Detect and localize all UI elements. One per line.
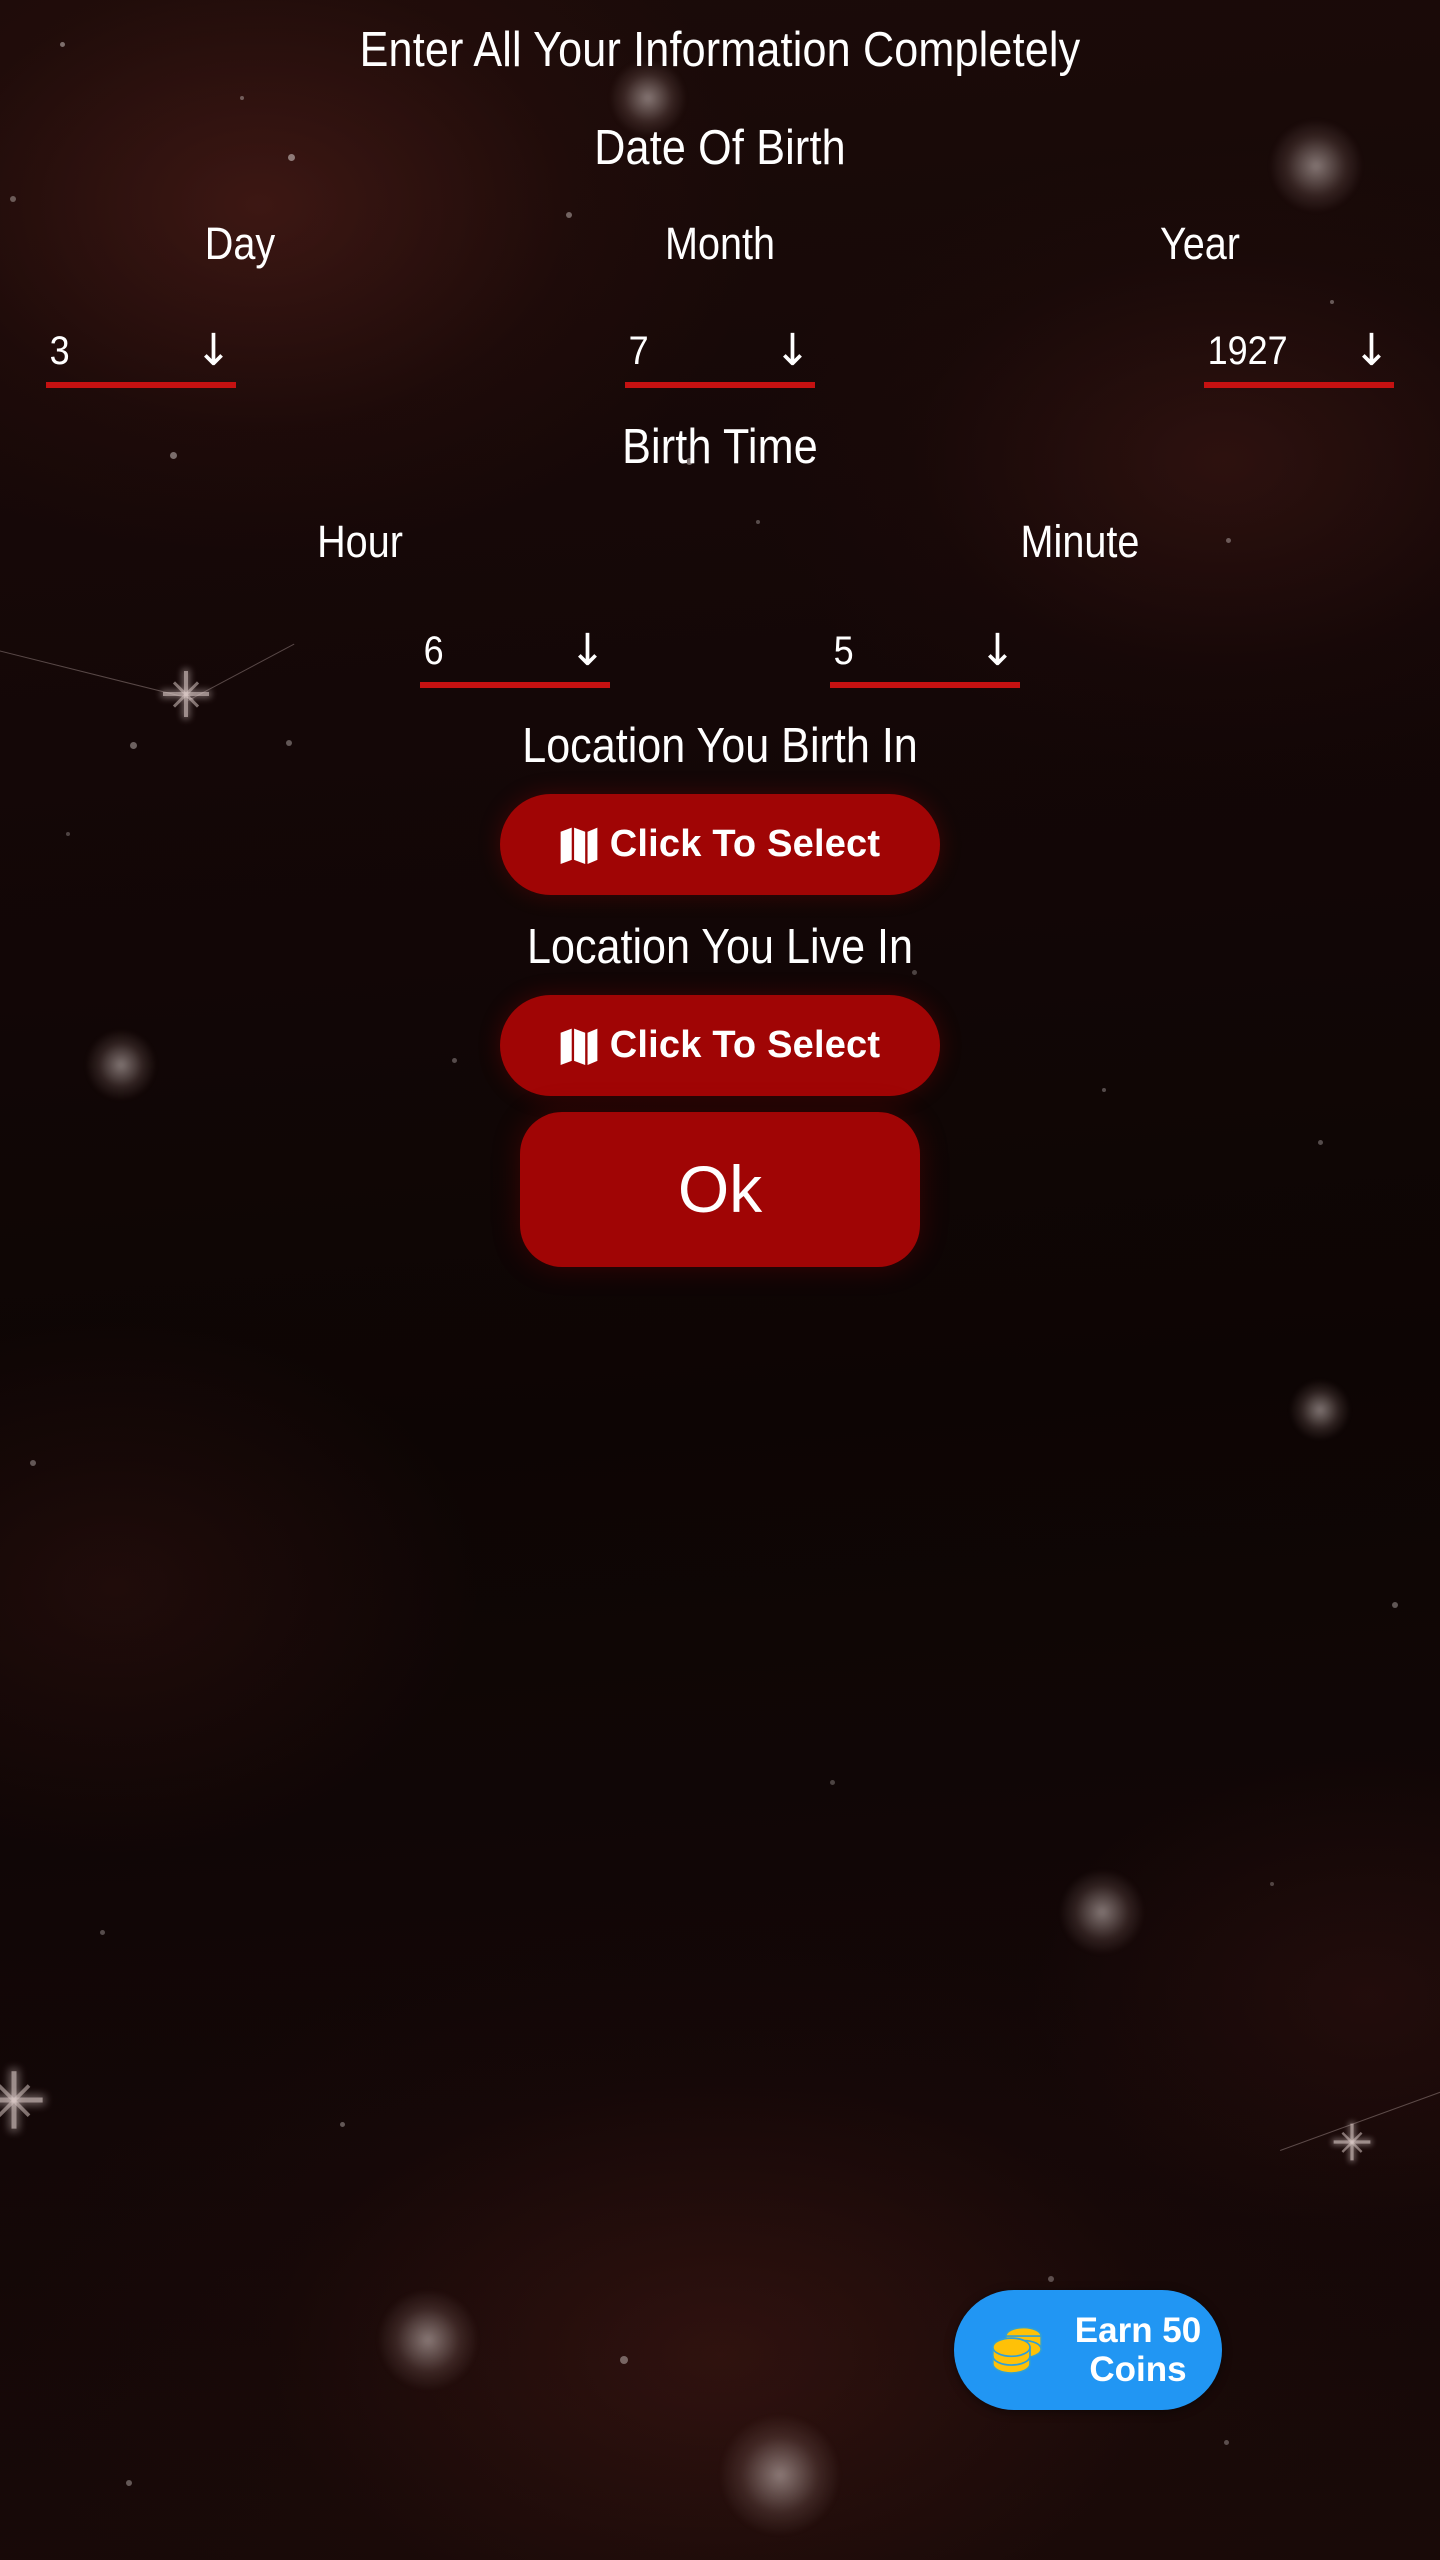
birth-location-select-button[interactable]: Click To Select xyxy=(500,794,940,895)
day-value: 3 xyxy=(49,329,70,373)
birth-location-button-label: Click To Select xyxy=(609,823,881,865)
month-value: 7 xyxy=(628,329,649,373)
map-icon xyxy=(560,1028,598,1065)
birth-time-section-title: Birth Time xyxy=(622,420,818,474)
birth-location-label: Location You Birth In xyxy=(522,719,918,773)
year-label: Year xyxy=(1159,218,1241,269)
month-label: Month xyxy=(664,218,776,269)
month-dropdown[interactable]: 7 ↓ xyxy=(625,320,815,388)
time-dropdown-row: 6 ↓ 5 ↓ xyxy=(0,620,1440,688)
chevron-down-icon: ↓ xyxy=(1353,325,1390,376)
date-field-labels: Day Month Year xyxy=(0,218,1440,270)
hour-value: 6 xyxy=(423,629,444,673)
app-screen: Enter All Your Information Completely Da… xyxy=(0,0,1440,2560)
date-dropdown-row: 3 ↓ 7 ↓ 1927 ↓ xyxy=(0,320,1440,388)
day-dropdown[interactable]: 3 ↓ xyxy=(46,320,236,388)
date-of-birth-section-title: Date Of Birth xyxy=(594,121,846,175)
earn-coins-line1: Earn 50 xyxy=(1074,2310,1202,2350)
chevron-down-icon: ↓ xyxy=(979,625,1016,676)
earn-coins-text: Earn 50 Coins xyxy=(1060,2311,1222,2389)
time-field-labels: Hour Minute xyxy=(0,516,1440,568)
minute-value: 5 xyxy=(833,629,854,673)
minute-dropdown[interactable]: 5 ↓ xyxy=(830,620,1020,688)
minute-label: Minute xyxy=(1020,516,1140,567)
year-dropdown[interactable]: 1927 ↓ xyxy=(1204,320,1394,388)
live-location-label: Location You Live In xyxy=(526,920,914,974)
ok-button[interactable]: Ok xyxy=(520,1112,920,1267)
day-label: Day xyxy=(204,218,276,269)
earn-coins-line2: Coins xyxy=(1089,2350,1187,2389)
page-title: Enter All Your Information Completely xyxy=(359,23,1081,77)
coins-stack-icon xyxy=(992,2326,1042,2374)
live-location-button-label: Click To Select xyxy=(609,1024,881,1066)
map-icon xyxy=(560,827,598,864)
earn-coins-badge[interactable]: Earn 50 Coins xyxy=(954,2290,1222,2410)
chevron-down-icon: ↓ xyxy=(569,625,606,676)
year-value: 1927 xyxy=(1207,329,1288,373)
chevron-down-icon: ↓ xyxy=(774,325,811,376)
live-location-select-button[interactable]: Click To Select xyxy=(500,995,940,1096)
chevron-down-icon: ↓ xyxy=(195,325,232,376)
hour-dropdown[interactable]: 6 ↓ xyxy=(420,620,610,688)
hour-label: Hour xyxy=(317,516,403,567)
